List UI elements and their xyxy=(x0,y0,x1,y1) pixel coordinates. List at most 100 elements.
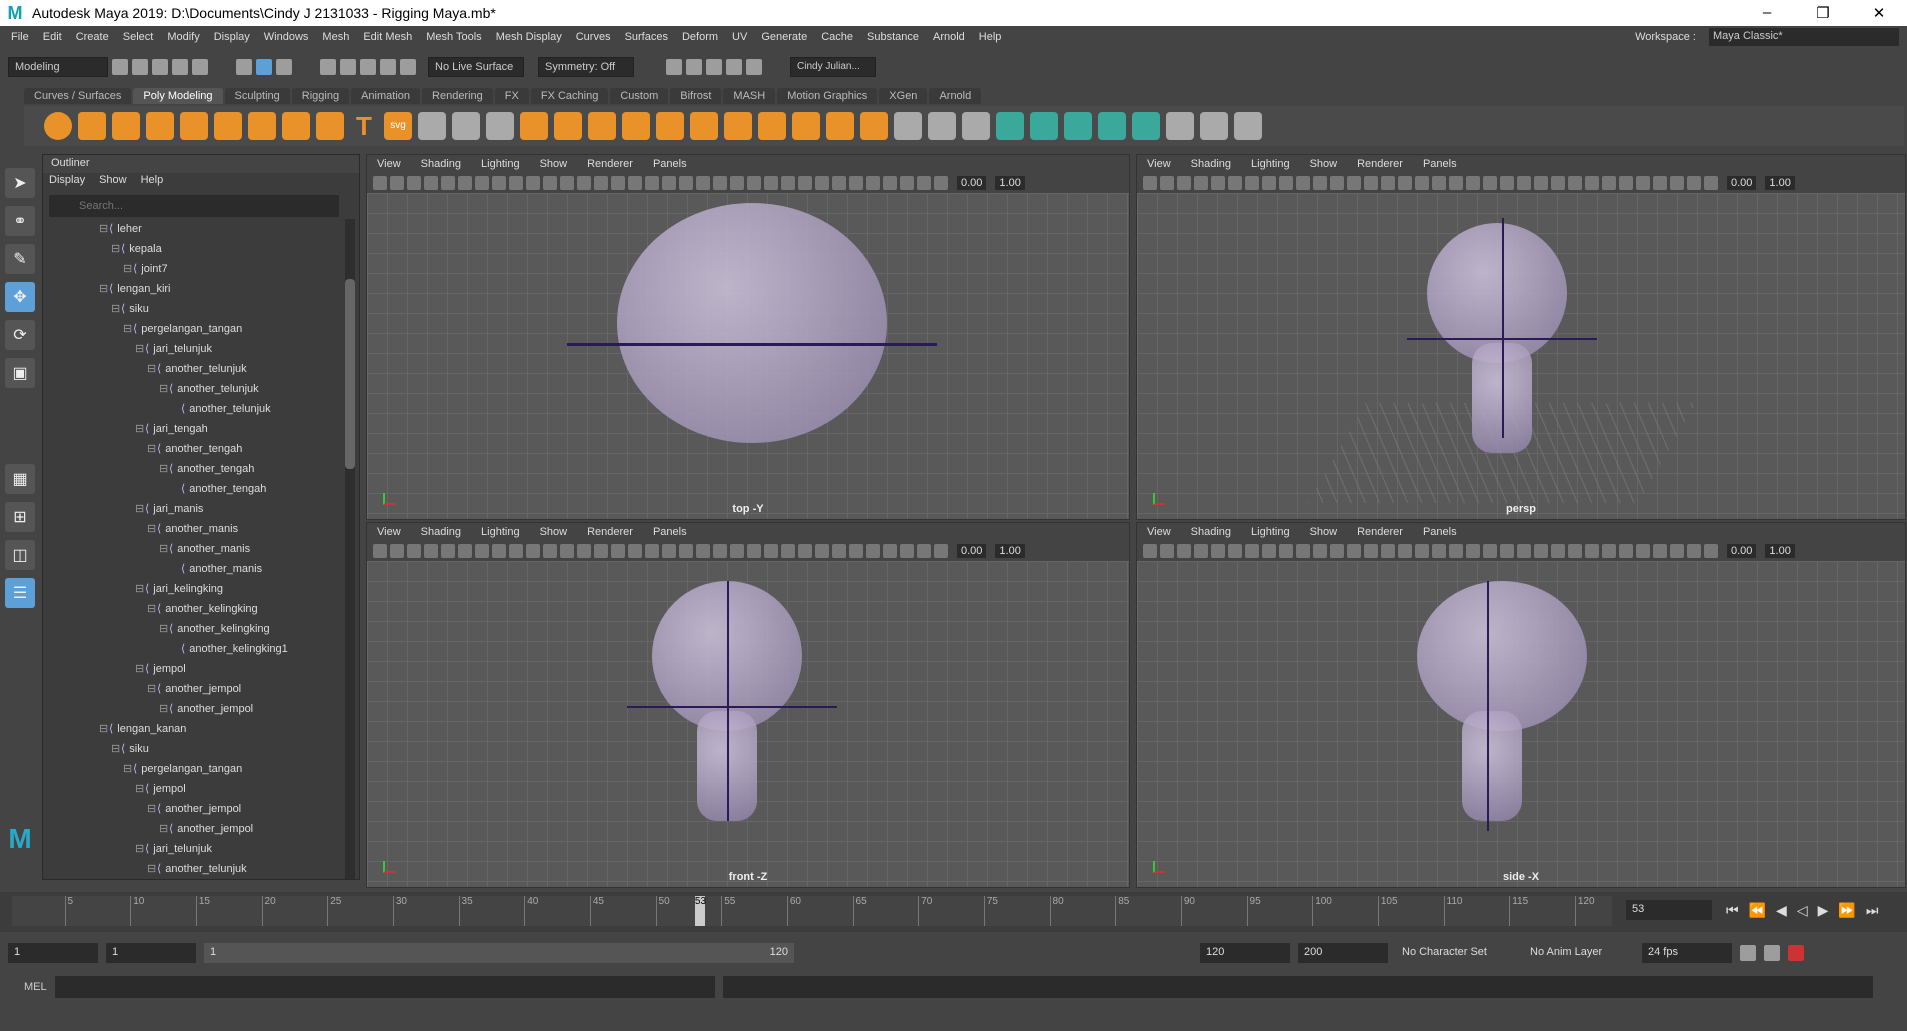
menu-edit-mesh[interactable]: Edit Mesh xyxy=(356,31,419,43)
particles-icon[interactable] xyxy=(486,112,514,140)
poly-cylinder-icon[interactable] xyxy=(112,112,140,140)
user-account-button[interactable]: Cindy Julian... xyxy=(790,57,876,77)
viewport-tool-icon[interactable] xyxy=(1381,176,1395,190)
hypershade-icon[interactable] xyxy=(726,59,742,75)
viewport-tool-icon[interactable] xyxy=(1585,544,1599,558)
viewport-tool-icon[interactable] xyxy=(1245,176,1259,190)
menu-mesh[interactable]: Mesh xyxy=(315,31,356,43)
viewport-tool-icon[interactable] xyxy=(1160,176,1174,190)
viewport-tool-icon[interactable] xyxy=(1551,544,1565,558)
viewport-menu-item[interactable]: Lighting xyxy=(1251,526,1290,538)
tab-sculpting[interactable]: Sculpting xyxy=(224,88,290,104)
expand-collapse-icon[interactable]: ⊟ xyxy=(159,379,169,399)
viewport-gamma-field[interactable]: 1.00 xyxy=(1765,544,1795,558)
viewport-tool-icon[interactable] xyxy=(1228,544,1242,558)
select-component-icon[interactable] xyxy=(276,59,292,75)
outliner-item[interactable]: ⟨ another_telunjuk xyxy=(43,399,343,419)
viewport-tool-icon[interactable] xyxy=(628,544,642,558)
viewport-menu-item[interactable]: Show xyxy=(540,158,568,170)
outliner-item[interactable]: ⊟⟨ another_jempol xyxy=(43,819,343,839)
viewport-tool-icon[interactable] xyxy=(1449,544,1463,558)
expand-collapse-icon[interactable]: ⊟ xyxy=(123,759,133,779)
cut-uv-icon[interactable] xyxy=(1200,112,1228,140)
expand-collapse-icon[interactable]: ⊟ xyxy=(111,299,121,319)
viewport-tool-icon[interactable] xyxy=(1517,176,1531,190)
viewport-canvas[interactable]: top -Y xyxy=(367,193,1129,519)
outliner-item[interactable]: ⊟⟨ another_telunjuk xyxy=(43,359,343,379)
expand-collapse-icon[interactable]: ⊟ xyxy=(111,739,121,759)
viewport-tool-icon[interactable] xyxy=(662,544,676,558)
viewport-menu-item[interactable]: Renderer xyxy=(1357,526,1403,538)
go-to-start-icon[interactable]: ⏮ xyxy=(1726,902,1739,919)
viewport-tool-icon[interactable] xyxy=(475,176,489,190)
viewport-tool-icon[interactable] xyxy=(900,544,914,558)
loop-icon[interactable] xyxy=(1740,945,1756,961)
svg-icon[interactable]: svg xyxy=(384,112,412,140)
viewport-menu-item[interactable]: View xyxy=(1147,158,1171,170)
select-tool-icon[interactable]: ➤ xyxy=(5,168,35,198)
outliner-item[interactable]: ⊟⟨ kepala xyxy=(43,239,343,259)
viewport-tool-icon[interactable] xyxy=(492,544,506,558)
outliner-item[interactable]: ⊟⟨ lengan_kanan xyxy=(43,719,343,739)
viewport-tool-icon[interactable] xyxy=(1534,176,1548,190)
mel-label[interactable]: MEL xyxy=(24,981,47,993)
viewport-tool-icon[interactable] xyxy=(1313,176,1327,190)
viewport-tool-icon[interactable] xyxy=(832,176,846,190)
outliner-item[interactable]: ⊟⟨ another_kelingking xyxy=(43,599,343,619)
menu-mesh-display[interactable]: Mesh Display xyxy=(489,31,569,43)
outliner-item[interactable]: ⟨ another_tengah xyxy=(43,479,343,499)
viewport-tool-icon[interactable] xyxy=(1228,176,1242,190)
viewport-tool-icon[interactable] xyxy=(1262,176,1276,190)
character-set-select[interactable]: No Character Set xyxy=(1396,943,1516,963)
expand-collapse-icon[interactable]: ⊟ xyxy=(159,539,169,559)
viewport-tool-icon[interactable] xyxy=(373,176,387,190)
maximize-icon[interactable]: ❐ xyxy=(1795,4,1851,22)
viewport-menu-item[interactable]: Renderer xyxy=(1357,158,1403,170)
viewport-tool-icon[interactable] xyxy=(866,176,880,190)
viewport-tool-icon[interactable] xyxy=(1330,176,1344,190)
viewport-tool-icon[interactable] xyxy=(407,544,421,558)
workspace-select[interactable]: Maya Classic* xyxy=(1709,28,1899,46)
undo-icon[interactable] xyxy=(172,59,188,75)
viewport-value-field[interactable]: 0.00 xyxy=(957,544,987,558)
menu-select[interactable]: Select xyxy=(116,31,161,43)
viewport-menu-item[interactable]: Panels xyxy=(1423,526,1457,538)
animation-end-field[interactable]: 200 xyxy=(1298,943,1388,963)
viewport-tool-icon[interactable] xyxy=(1704,176,1718,190)
viewport-value-field[interactable]: 0.00 xyxy=(957,176,987,190)
viewport-tool-icon[interactable] xyxy=(509,176,523,190)
viewport-tool-icon[interactable] xyxy=(1500,176,1514,190)
viewport-tool-icon[interactable] xyxy=(1211,544,1225,558)
poly-cone-icon[interactable] xyxy=(146,112,174,140)
viewport-tool-icon[interactable] xyxy=(713,544,727,558)
expand-collapse-icon[interactable]: ⊟ xyxy=(111,239,121,259)
viewport-tool-icon[interactable] xyxy=(764,176,778,190)
maya-home-icon[interactable]: M xyxy=(5,823,35,854)
current-time-field[interactable]: 53 xyxy=(1626,900,1712,920)
viewport-tool-icon[interactable] xyxy=(730,544,744,558)
menu-uv[interactable]: UV xyxy=(725,31,754,43)
viewport-menu-item[interactable]: View xyxy=(377,526,401,538)
viewport-4[interactable]: View Shading Lighting Show Renderer Panels 0.0… xyxy=(1136,522,1906,888)
bridge-icon[interactable] xyxy=(690,112,718,140)
ipr-render-icon[interactable] xyxy=(686,59,702,75)
viewport-tool-icon[interactable] xyxy=(1177,176,1191,190)
combine-icon[interactable] xyxy=(520,112,548,140)
viewport-2[interactable]: View Shading Lighting Show Renderer Panels 0.0… xyxy=(1136,154,1906,520)
viewport-tool-icon[interactable] xyxy=(1687,544,1701,558)
viewport-menu-item[interactable]: Panels xyxy=(1423,158,1457,170)
viewport-tool-icon[interactable] xyxy=(1279,544,1293,558)
outliner-item[interactable]: ⊟⟨ siku xyxy=(43,299,343,319)
viewport-menu-item[interactable]: View xyxy=(377,158,401,170)
viewport-menu-item[interactable]: Lighting xyxy=(481,526,520,538)
viewport-tool-icon[interactable] xyxy=(1534,544,1548,558)
outliner-item[interactable]: ⟨ another_kelingking1 xyxy=(43,639,343,659)
render-icon[interactable] xyxy=(666,59,682,75)
boolean-icon[interactable] xyxy=(826,112,854,140)
append-icon[interactable] xyxy=(758,112,786,140)
viewport-canvas[interactable]: side -X xyxy=(1137,561,1905,887)
viewport-tool-icon[interactable] xyxy=(1364,176,1378,190)
tab-fx[interactable]: FX xyxy=(494,88,529,104)
select-object-icon[interactable] xyxy=(256,59,272,75)
outliner-item[interactable]: ⊟⟨ siku xyxy=(43,739,343,759)
